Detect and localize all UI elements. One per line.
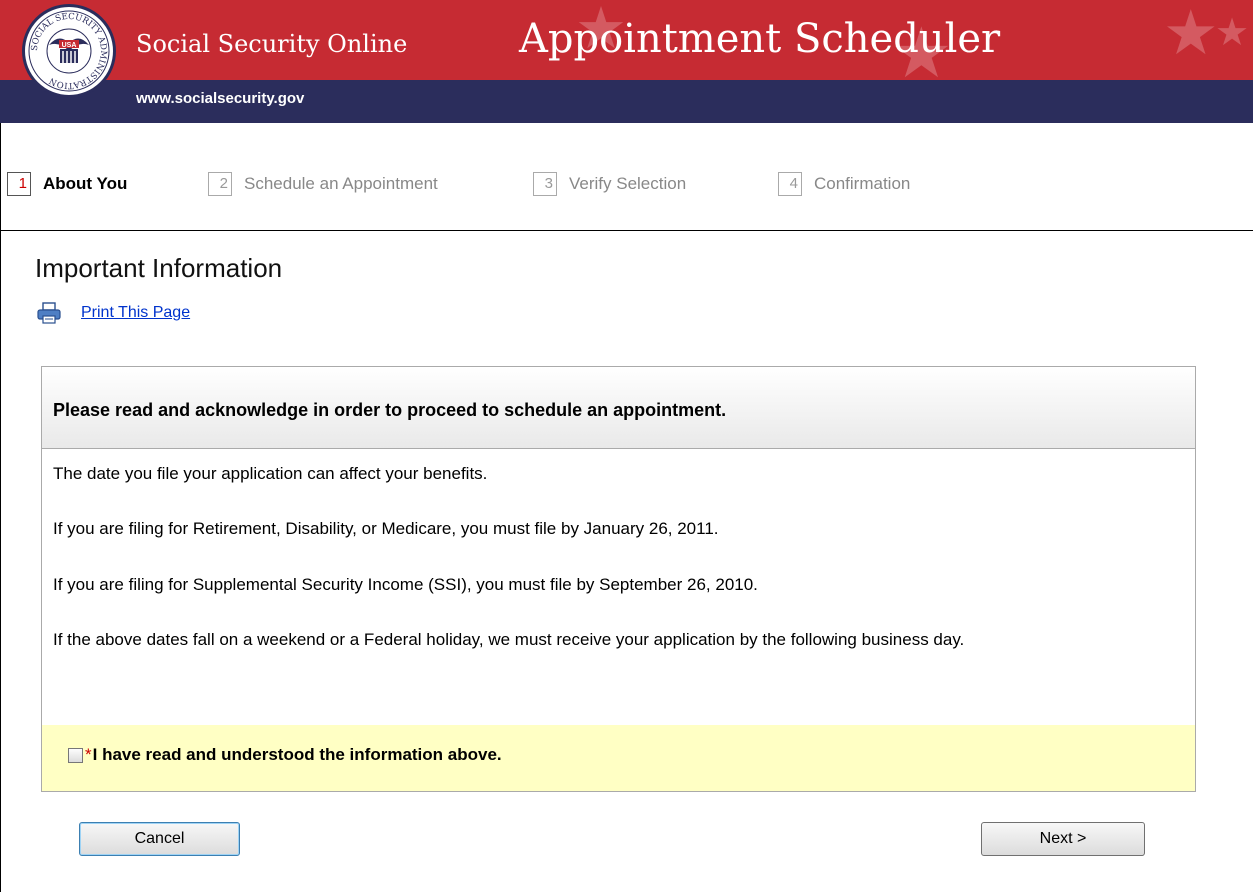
next-button[interactable]: Next > [981, 822, 1145, 856]
step-label: Schedule an Appointment [244, 174, 438, 193]
step-number: 2 [208, 172, 232, 196]
acknowledge-checkbox[interactable] [68, 747, 83, 763]
step-verify: 3 Verify Selection [533, 172, 686, 196]
important-info-panel: Please read and acknowledge in order to … [41, 366, 1196, 792]
info-panel-header: Please read and acknowledge in order to … [42, 367, 1195, 449]
print-row: Print This Page [37, 302, 190, 324]
cancel-button[interactable]: Cancel [79, 822, 240, 856]
star-icon: ★ [1163, 0, 1219, 68]
info-panel-heading: Please read and acknowledge in order to … [53, 400, 727, 420]
info-paragraph: If you are filing for Supplemental Secur… [53, 575, 758, 594]
step-label: About You [43, 174, 128, 193]
required-marker: * [85, 745, 92, 764]
acknowledge-label[interactable]: I have read and understood the informati… [93, 745, 502, 765]
section-divider [0, 230, 1253, 231]
step-label: Confirmation [814, 174, 911, 193]
step-number: 3 [533, 172, 557, 196]
printer-icon[interactable] [37, 302, 61, 324]
print-page-link[interactable]: Print This Page [81, 304, 190, 322]
acknowledge-section: * I have read and understood the informa… [42, 725, 1195, 791]
info-paragraph: If you are filing for Retirement, Disabi… [53, 519, 719, 538]
step-about-you: 1 About You [7, 172, 127, 196]
star-icon: ★ [1215, 12, 1250, 54]
step-number: 1 [7, 172, 31, 196]
step-schedule: 2 Schedule an Appointment [208, 172, 438, 196]
step-label: Verify Selection [569, 174, 687, 193]
step-confirmation: 4 Confirmation [778, 172, 910, 196]
app-title: Appointment Scheduler [519, 16, 1001, 62]
page-left-border [0, 0, 1, 892]
info-paragraph: If the above dates fall on a weekend or … [53, 630, 965, 649]
info-paragraph: The date you file your application can a… [53, 464, 488, 483]
ssa-seal-logo[interactable]: SOCIAL SECURITY ADMINISTRATION USA [22, 4, 116, 98]
site-url[interactable]: www.socialsecurity.gov [136, 90, 304, 107]
acknowledge-row[interactable]: * I have read and understood the informa… [68, 745, 502, 765]
site-name: Social Security Online [136, 30, 408, 58]
step-number: 4 [778, 172, 802, 196]
seal-center-text: USA [62, 42, 77, 49]
page-title: Important Information [35, 253, 283, 283]
